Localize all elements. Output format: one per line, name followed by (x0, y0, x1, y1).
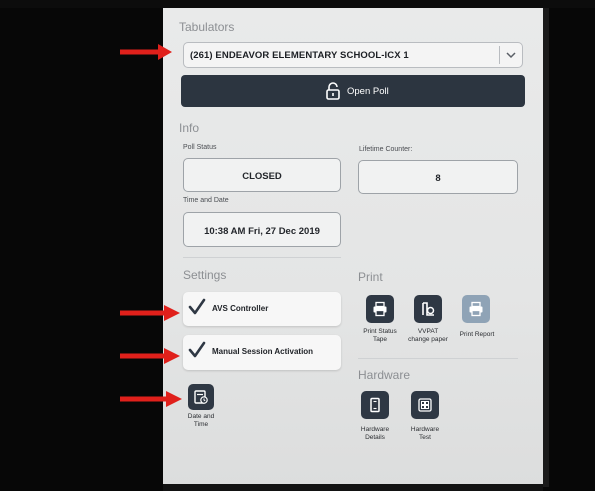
monitor-bezel-right (543, 8, 549, 487)
paper-roll-icon (422, 302, 435, 316)
open-poll-label: Open Poll (347, 86, 389, 97)
tabulator-select[interactable]: (261) ENDEAVOR ELEMENTARY SCHOOL-ICX 1 (183, 42, 523, 68)
annotation-arrow-icon (120, 391, 182, 407)
print-report-caption: Print Report (459, 331, 495, 338)
annotation-arrow-icon (120, 305, 180, 321)
poll-status-label: Poll Status (183, 144, 217, 151)
manual-session-activation-label: Manual Session Activation (212, 347, 314, 356)
manual-session-activation-toggle[interactable]: Manual Session Activation (183, 335, 341, 370)
avs-controller-label: AVS Controller (212, 304, 269, 313)
monitor-bezel-bottom (163, 484, 543, 491)
vvpat-change-paper-button[interactable] (414, 295, 442, 323)
calendar-clock-icon (194, 390, 208, 404)
lifetime-counter-field: 8 (358, 160, 518, 194)
grid-test-icon (418, 398, 432, 412)
lifetime-counter-value: 8 (435, 173, 441, 184)
vvpat-caption-line2: change paper (408, 336, 448, 343)
time-date-label: Time and Date (183, 197, 229, 204)
info-divider (183, 257, 341, 258)
print-report-button[interactable] (462, 295, 490, 323)
print-divider (358, 358, 518, 359)
tabulators-heading: Tabulators (179, 20, 235, 34)
checkmark-icon (188, 298, 206, 315)
info-heading: Info (179, 121, 200, 135)
unlock-icon (326, 82, 340, 100)
print-heading: Print (358, 270, 383, 284)
printer-icon (469, 301, 483, 317)
print-status-tape-button[interactable] (366, 295, 394, 323)
date-and-time-button[interactable] (188, 384, 214, 410)
date-and-time-caption-line1: Date and (187, 413, 215, 420)
hardware-heading: Hardware (358, 368, 411, 382)
vvpat-caption: VVPAT change paper (399, 328, 457, 344)
time-date-field: 10:38 AM Fri, 27 Dec 2019 (183, 212, 341, 247)
lifetime-counter-label: Lifetime Counter: (359, 146, 413, 153)
tablet-screen: Tabulators (261) ENDEAVOR ELEMENTARY SCH… (163, 8, 543, 487)
settings-heading: Settings (183, 268, 227, 282)
hardware-test-caption-line1: Hardware (410, 426, 440, 433)
vvpat-caption-line1: VVPAT (417, 328, 439, 335)
time-date-value: 10:38 AM Fri, 27 Dec 2019 (204, 226, 320, 237)
device-details-icon (370, 397, 380, 413)
annotation-arrow-icon (120, 348, 180, 364)
hardware-details-caption-line1: Hardware (360, 426, 390, 433)
hardware-details-caption: Hardware Details (349, 426, 401, 442)
open-poll-button[interactable]: Open Poll (181, 75, 525, 107)
chevron-down-icon (506, 52, 516, 59)
avs-controller-toggle[interactable]: AVS Controller (183, 292, 341, 326)
hardware-details-caption-line2: Details (365, 434, 385, 441)
date-and-time-caption: Date and Time (181, 413, 221, 429)
poll-status-field: CLOSED (183, 158, 341, 192)
monitor-bezel-top (0, 0, 595, 8)
poll-status-value: CLOSED (242, 171, 282, 182)
hardware-test-caption-line2: Test (419, 434, 431, 441)
hardware-test-caption: Hardware Test (399, 426, 451, 442)
tabulator-select-value: (261) ENDEAVOR ELEMENTARY SCHOOL-ICX 1 (190, 50, 409, 61)
printer-icon (373, 301, 387, 317)
checkmark-icon (188, 341, 206, 358)
annotation-arrow-icon (120, 44, 172, 60)
date-and-time-caption-line2: Time (193, 421, 209, 428)
hardware-test-button[interactable] (411, 391, 439, 419)
select-divider (499, 46, 500, 64)
hardware-details-button[interactable] (361, 391, 389, 419)
